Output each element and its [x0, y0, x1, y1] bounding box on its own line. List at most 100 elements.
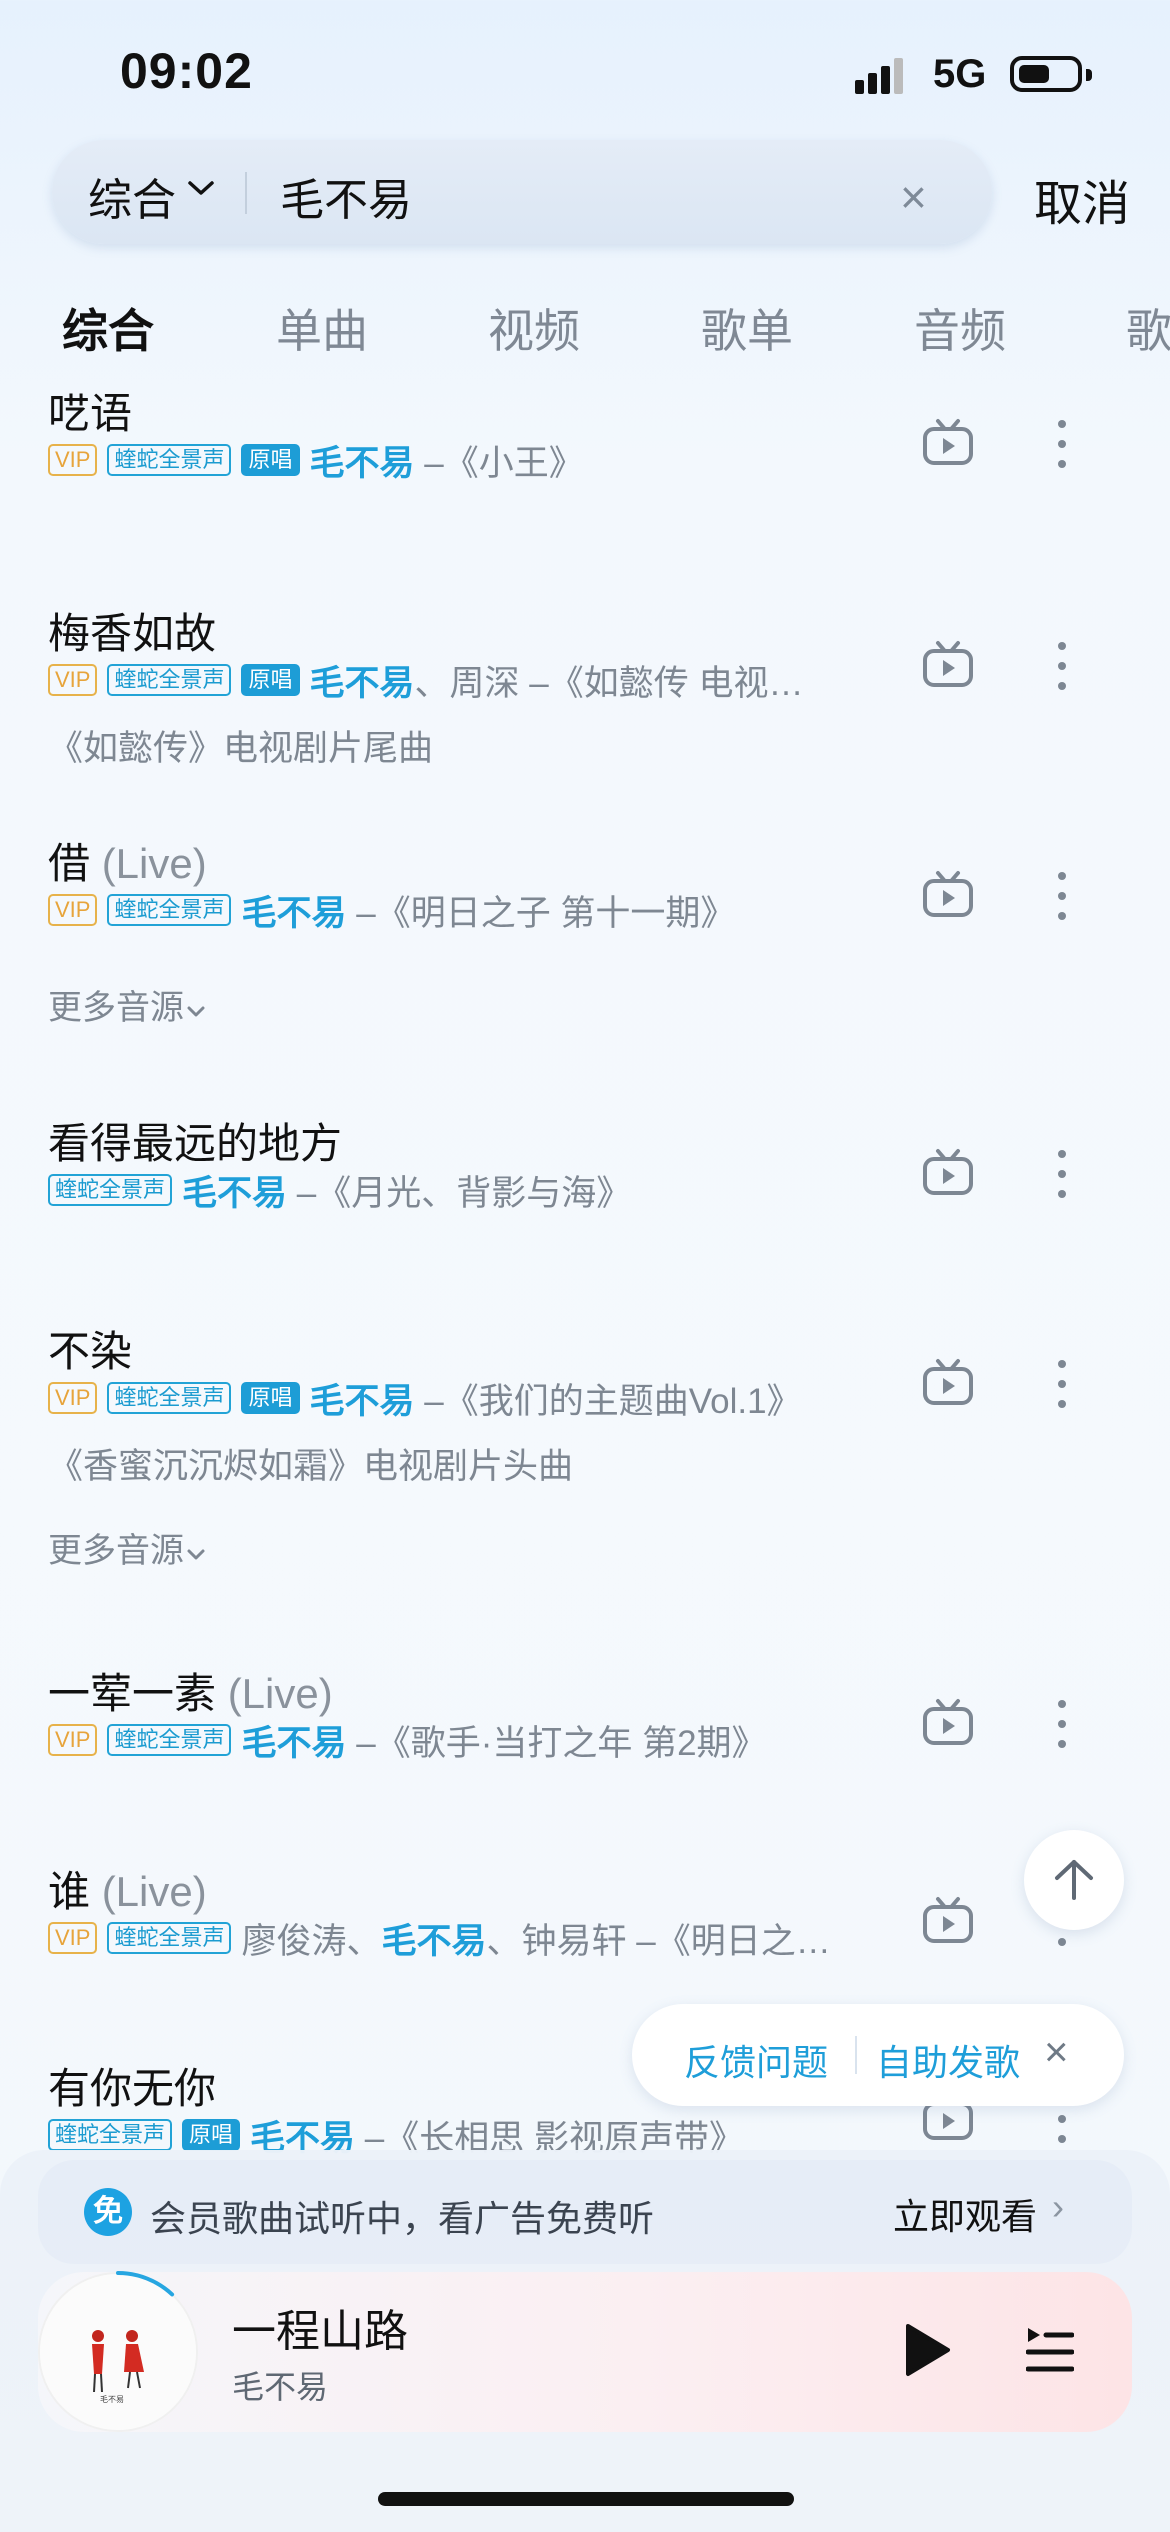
chevron-right-icon[interactable]: ›: [1052, 2186, 1064, 2228]
more-options-icon[interactable]: [1055, 1358, 1069, 1410]
spatial-audio-badge: 蝰蛇全景声: [48, 2119, 173, 2151]
song-title-text: 一荤一素: [48, 1670, 217, 1717]
song-meta: VIP 蝰蛇全景声 廖俊涛、 毛不易 、钟易轩 –《明日之…: [48, 1913, 831, 1963]
song-title[interactable]: 梅香如故: [48, 600, 216, 661]
free-badge-icon: 免: [84, 2188, 132, 2236]
song-title[interactable]: 呓语: [48, 380, 132, 441]
song-meta: VIP 蝰蛇全景声 原唱 毛不易 –《小王》: [48, 435, 584, 485]
song-meta: VIP 蝰蛇全景声 原唱 毛不易 –《我们的主题曲Vol.1》: [48, 1373, 802, 1423]
original-badge: 原唱: [241, 444, 300, 476]
more-options-icon[interactable]: [1055, 870, 1069, 922]
song-title-text: 有你无你: [48, 2065, 217, 2112]
artist-name[interactable]: 毛不易: [382, 1913, 487, 1964]
song-meta: VIP 蝰蛇全景声 毛不易 –《明日之子 第十一期》: [48, 885, 735, 935]
vip-badge: VIP: [48, 1382, 98, 1414]
status-time: 09:02: [120, 43, 253, 99]
mv-icon[interactable]: [922, 870, 974, 920]
spatial-audio-badge: 蝰蛇全景声: [107, 1382, 232, 1414]
clear-search-icon[interactable]: ×: [900, 170, 927, 224]
spatial-audio-badge: 蝰蛇全景声: [107, 444, 232, 476]
song-title[interactable]: 一荤一素 (Live): [48, 1660, 333, 1721]
tab-more[interactable]: 歌: [1126, 295, 1170, 361]
more-sources-link[interactable]: 更多音源: [48, 980, 206, 1029]
song-title[interactable]: 借 (Live): [48, 830, 207, 891]
song-title-text: 谁: [48, 1868, 91, 1915]
mv-icon[interactable]: [922, 418, 974, 468]
album-name[interactable]: –《明日之…: [636, 1913, 830, 1964]
artist-name[interactable]: 毛不易: [241, 1715, 346, 1766]
now-playing-artist: 毛不易: [232, 2369, 329, 2405]
playlist-icon[interactable]: [1026, 2324, 1074, 2374]
arrow-up-icon: [1055, 1860, 1093, 1900]
artist-name[interactable]: 毛不易: [310, 435, 415, 486]
album-name[interactable]: –《如懿传 电视…: [529, 655, 803, 706]
artist-prefix[interactable]: 廖俊涛、: [241, 1913, 381, 1964]
tab-videos[interactable]: 视频: [488, 295, 580, 361]
artist-suffix[interactable]: 、钟易轩: [487, 1913, 627, 1964]
spatial-audio-badge: 蝰蛇全景声: [107, 664, 232, 696]
battery-icon: [1010, 56, 1082, 92]
mini-player[interactable]: [38, 2272, 1132, 2432]
cancel-button[interactable]: 取消: [1034, 164, 1130, 234]
battery-nub: [1086, 69, 1092, 81]
search-input[interactable]: 毛不易: [280, 164, 412, 228]
home-indicator[interactable]: [378, 2492, 794, 2506]
mv-icon[interactable]: [922, 640, 974, 690]
spatial-audio-badge: 蝰蛇全景声: [107, 1724, 232, 1756]
spatial-audio-badge: 蝰蛇全景声: [107, 894, 232, 926]
vip-badge: VIP: [48, 1922, 98, 1954]
mv-icon[interactable]: [922, 1358, 974, 1408]
vip-badge: VIP: [48, 444, 98, 476]
more-options-icon[interactable]: [1055, 418, 1069, 470]
scroll-to-top-button[interactable]: [1024, 1830, 1124, 1930]
album-name[interactable]: –《歌手·当打之年 第2期》: [356, 1715, 766, 1766]
play-icon[interactable]: [902, 2322, 952, 2378]
live-tag: (Live): [101, 840, 207, 887]
artist-name[interactable]: 毛不易: [310, 655, 415, 706]
more-options-icon[interactable]: [1055, 640, 1069, 692]
song-title[interactable]: 不染: [48, 1318, 132, 1379]
feedback-button[interactable]: 反馈问题: [684, 2034, 828, 2086]
close-icon[interactable]: ×: [1044, 2028, 1069, 2076]
search-divider: [245, 172, 247, 214]
self-publish-button[interactable]: 自助发歌: [876, 2034, 1020, 2086]
mv-icon[interactable]: [922, 1148, 974, 1198]
song-meta: VIP 蝰蛇全景声 原唱 毛不易 、周深 –《如懿传 电视…: [48, 655, 803, 705]
tab-audio[interactable]: 音频: [914, 295, 1006, 361]
artist-name[interactable]: 毛不易: [241, 885, 346, 936]
original-badge: 原唱: [241, 664, 300, 696]
tab-singles[interactable]: 单曲: [276, 295, 368, 361]
album-name[interactable]: –《月光、背影与海》: [297, 1165, 631, 1216]
more-options-icon[interactable]: [1055, 1698, 1069, 1750]
chevron-down-icon[interactable]: [186, 178, 216, 198]
live-tag: (Live): [101, 1868, 207, 1915]
album-name[interactable]: –《明日之子 第十一期》: [356, 885, 735, 936]
tab-playlists[interactable]: 歌单: [701, 295, 793, 361]
tab-comprehensive[interactable]: 综合: [62, 295, 154, 361]
more-options-icon[interactable]: [1055, 1148, 1069, 1200]
chevron-down-icon: [187, 1549, 205, 1560]
ad-banner-text: 会员歌曲试听中，看广告免费听: [150, 2198, 655, 2239]
artist-suffix[interactable]: 、周深: [415, 655, 520, 706]
vip-badge: VIP: [48, 1724, 98, 1756]
vip-badge: VIP: [48, 664, 98, 696]
mv-icon[interactable]: [922, 1896, 974, 1946]
song-title[interactable]: 谁 (Live): [48, 1858, 207, 1919]
now-playing-title: 一程山路: [232, 2307, 408, 2356]
cellular-signal-icon: [855, 58, 903, 94]
more-sources-link[interactable]: 更多音源: [48, 1523, 206, 1572]
song-title[interactable]: 有你无你: [48, 2055, 216, 2116]
song-title-text: 借: [48, 840, 91, 887]
song-title[interactable]: 看得最远的地方: [48, 1110, 342, 1171]
song-description: 《如懿传》电视剧片尾曲: [48, 729, 434, 768]
artist-name[interactable]: 毛不易: [182, 1165, 287, 1216]
search-scope-selector[interactable]: 综合: [88, 164, 176, 228]
mv-icon[interactable]: [922, 1698, 974, 1748]
watch-now-button[interactable]: 立即观看: [893, 2188, 1037, 2240]
song-title-text: 看得最远的地方: [48, 1120, 343, 1167]
spatial-audio-badge: 蝰蛇全景声: [107, 1922, 232, 1954]
album-name[interactable]: –《我们的主题曲Vol.1》: [424, 1373, 801, 1424]
artist-name[interactable]: 毛不易: [310, 1373, 415, 1424]
live-tag: (Live): [227, 1670, 333, 1717]
album-name[interactable]: –《小王》: [424, 435, 583, 486]
